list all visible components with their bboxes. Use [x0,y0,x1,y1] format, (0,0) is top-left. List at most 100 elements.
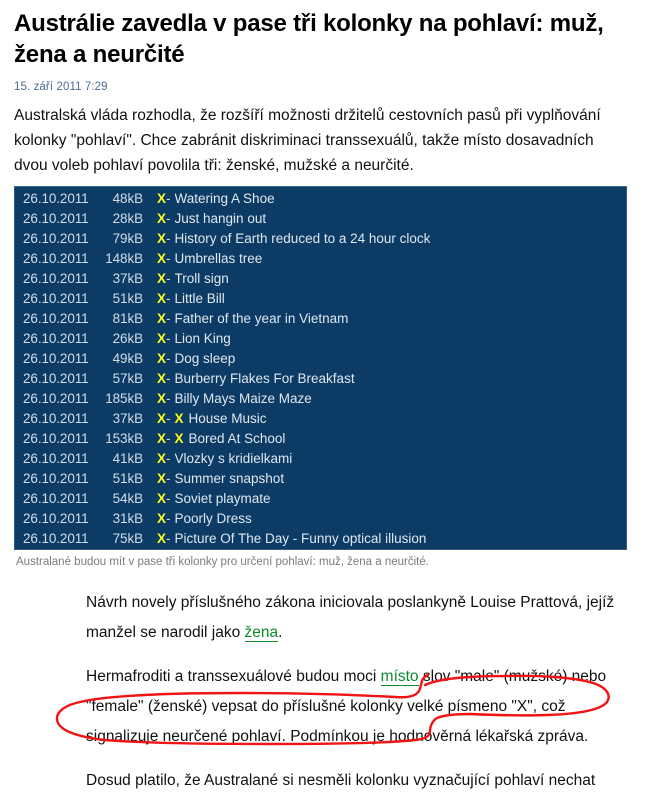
x-marker-icon[interactable]: X [143,409,166,429]
file-size: 153kB [105,431,143,446]
file-listing-row[interactable]: 26.10.2011 49kB X - Dog sleep [15,349,626,369]
file-listing-row[interactable]: 26.10.2011 79kB X - History of Earth reduced… [15,229,626,249]
file-date: 26.10.2011 [23,471,89,486]
file-listing-row[interactable]: 26.10.2011 37kB X - X House Music [15,409,626,429]
file-title[interactable]: House Music [189,409,626,429]
file-date: 26.10.2011 [23,491,89,506]
file-title[interactable]: Picture Of The Day - Funny optical illus… [175,529,626,549]
file-listing-row[interactable]: 26.10.2011 26kB X - Lion King [15,329,626,349]
file-title[interactable]: Billy Mays Maize Maze [175,389,626,409]
file-size: 31kB [112,511,143,526]
x-marker-icon[interactable]: X [143,369,166,389]
article-timestamp: 15. září 2011 7:29 [14,81,108,93]
file-separator: - [166,491,171,506]
x-marker-icon[interactable]: X [143,529,166,549]
file-title[interactable]: Poorly Dress [175,509,626,529]
file-listing-row[interactable]: 26.10.2011 51kB X - Summer snapshot [15,469,626,489]
file-date: 26.10.2011 [23,191,89,206]
x-marker-icon[interactable]: X [143,489,166,509]
file-size: 51kB [112,291,143,306]
file-listing-row[interactable]: 26.10.2011 75kB X - Picture Of The Day - Fun… [15,529,626,549]
file-size: 26kB [112,331,143,346]
file-listing-row[interactable]: 26.10.2011 31kB X - Poorly Dress [15,509,626,529]
file-listing-row[interactable]: 26.10.2011 148kB X - Umbrellas tree [15,249,626,269]
file-date: 26.10.2011 [23,511,89,526]
x-marker-icon[interactable]: X [143,309,166,329]
file-separator: - [166,291,171,306]
file-size: 54kB [112,491,143,506]
file-title[interactable]: Watering A Shoe [175,189,626,209]
file-size: 57kB [112,371,143,386]
file-listing-row[interactable]: 26.10.2011 81kB X - Father of the year in Vi… [15,309,626,329]
file-listing-panel: 26.10.2011 48kB X - Watering A Shoe 26.10.201… [14,186,627,550]
file-listing-row[interactable]: 26.10.2011 37kB X - Troll sign [15,269,626,289]
file-title[interactable]: Dog sleep [175,349,626,369]
file-separator: - [166,211,171,226]
x-marker-icon[interactable]: X [143,429,166,449]
file-date: 26.10.2011 [23,231,89,246]
file-size: 48kB [112,191,143,206]
file-listing-row[interactable]: 26.10.2011 54kB X - Soviet playmate [15,489,626,509]
file-separator: - [166,251,171,266]
file-listing-row[interactable]: 26.10.2011 153kB X - X Bored At School [15,429,626,449]
file-listing-row[interactable]: 26.10.2011 51kB X - Little Bill [15,289,626,309]
x-marker-icon[interactable]: X [143,469,166,489]
body-paragraph-1-text-before: Návrh novely příslušného zákona iniciova… [86,594,615,641]
file-size: 81kB [112,311,143,326]
file-listing-row[interactable]: 26.10.2011 28kB X - Just hangin out [15,209,626,229]
file-title[interactable]: History of Earth reduced to a 24 hour cl… [175,229,626,249]
x-marker-icon[interactable]: X [143,389,166,409]
x-marker-secondary-icon[interactable]: X [175,409,189,429]
file-date: 26.10.2011 [23,531,89,546]
file-separator: - [166,231,171,246]
x-marker-icon[interactable]: X [143,349,166,369]
file-size: 49kB [112,351,143,366]
file-title[interactable]: Soviet playmate [175,489,626,509]
file-title[interactable]: Bored At School [189,429,626,449]
file-date: 26.10.2011 [23,431,89,446]
file-title[interactable]: Lion King [175,329,626,349]
article-page: Austrálie zavedla v pase tři kolonky na … [0,0,645,789]
file-listing-row[interactable]: 26.10.2011 185kB X - Billy Mays Maize Maze [15,389,626,409]
file-date: 26.10.2011 [23,351,89,366]
link-zena[interactable]: žena [244,624,279,642]
file-title[interactable]: Just hangin out [175,209,626,229]
x-marker-icon[interactable]: X [143,269,166,289]
body-paragraph-1: Návrh novely příslušného zákona iniciova… [0,588,645,648]
page-title: Austrálie zavedla v pase tři kolonky na … [14,10,604,68]
x-marker-icon[interactable]: X [143,249,166,269]
file-date: 26.10.2011 [23,411,89,426]
file-listing-row[interactable]: 26.10.2011 41kB X - Vlozky s kridielkami [15,449,626,469]
file-size: 51kB [112,471,143,486]
body-paragraph-3: Dosud platilo, že Australané si nesměli … [86,772,596,789]
file-title[interactable]: Summer snapshot [175,469,626,489]
article-body: Návrh novely příslušného zákona iniciova… [0,588,645,796]
x-marker-secondary-icon[interactable]: X [175,429,189,449]
file-size: 79kB [112,231,143,246]
x-marker-icon[interactable]: X [143,329,166,349]
file-separator: - [166,471,171,486]
file-separator: - [166,511,171,526]
file-date: 26.10.2011 [23,371,89,386]
file-title[interactable]: Burberry Flakes For Breakfast [175,369,626,389]
x-marker-icon[interactable]: X [143,509,166,529]
file-title[interactable]: Troll sign [175,269,626,289]
link-misto[interactable]: místo [380,668,419,686]
x-marker-icon[interactable]: X [143,229,166,249]
file-title[interactable]: Umbrellas tree [175,249,626,269]
x-marker-icon[interactable]: X [143,189,166,209]
file-size: 41kB [112,451,143,466]
file-separator: - [166,451,171,466]
file-size: 28kB [112,211,143,226]
x-marker-icon[interactable]: X [143,209,166,229]
x-marker-icon[interactable]: X [143,449,166,469]
file-listing-row[interactable]: 26.10.2011 48kB X - Watering A Shoe [15,189,626,209]
x-marker-icon[interactable]: X [143,289,166,309]
file-listing-row[interactable]: 26.10.2011 57kB X - Burberry Flakes For Brea… [15,369,626,389]
file-title[interactable]: Little Bill [175,289,626,309]
file-title[interactable]: Father of the year in Vietnam [175,309,626,329]
file-date: 26.10.2011 [23,291,89,306]
file-title[interactable]: Vlozky s kridielkami [175,449,626,469]
file-size: 37kB [112,271,143,286]
file-separator: - [166,531,171,546]
